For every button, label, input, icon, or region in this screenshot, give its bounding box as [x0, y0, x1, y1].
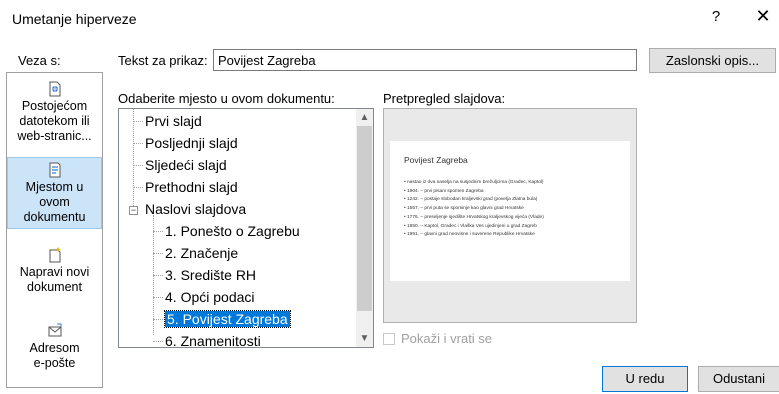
checkbox-box[interactable] [383, 333, 395, 345]
link-email[interactable]: Adresom e-pošte [7, 323, 102, 371]
slide-bullet: • 1776. – preseljenje sjedište Hrvatskog… [404, 214, 544, 220]
tree-item[interactable]: 3. Središte RH [165, 264, 256, 286]
tree-item-slide-titles[interactable]: Naslovi slajdova [145, 198, 246, 220]
tree-item[interactable]: 2. Značenje [165, 242, 238, 264]
tree-item[interactable]: Posljednji slajd [145, 132, 238, 154]
show-and-return-label: Pokaži i vrati se [401, 331, 493, 346]
slide-bullets: • nastao iz dva naselja na susjednim bre… [404, 179, 624, 240]
link-place-label-2: ovom [39, 195, 70, 209]
slide-bullet: • 1991. – glavni grad neovisne i suveren… [404, 232, 535, 238]
slide-bullet: • nastao iz dva naselja na susjednim bre… [404, 180, 544, 185]
slide-bullet: • 1557. – prvi puta se spominje kao glav… [404, 206, 524, 212]
scroll-up-icon[interactable]: ▲ [356, 109, 373, 126]
scroll-down-icon[interactable]: ▼ [356, 330, 373, 347]
tree-item[interactable]: 6. Znamenitosti [165, 330, 261, 347]
link-new-doc-label-2: dokument [27, 280, 82, 294]
close-button[interactable]: ✕ [752, 6, 774, 30]
link-existing-file-label-2: datotekom ili [19, 114, 90, 128]
link-new-doc-label-1: Napravi novi [19, 265, 90, 279]
link-email-label-1: Adresom [29, 341, 80, 355]
cancel-button[interactable]: Odustani [698, 366, 779, 392]
link-place-label-1: Mjestom u [25, 180, 84, 194]
tree-h-3 [133, 187, 143, 188]
tree-h-0 [133, 121, 143, 122]
tree-item[interactable]: 4. Opći podaci [165, 286, 255, 308]
tree-item-selected[interactable]: 5. Povijest Zagreba [164, 308, 291, 330]
tree-line-root [133, 109, 134, 206]
existing-file-icon [49, 81, 60, 97]
slide-preview-label: Pretpregled slajdova: [383, 91, 506, 106]
show-and-return-checkbox[interactable]: Pokaži i vrati se [383, 331, 492, 346]
link-new-document[interactable]: Napravi novi dokument [7, 247, 102, 295]
link-place-label-3: dokumentu [23, 210, 86, 224]
scroll-thumb[interactable] [357, 126, 372, 311]
email-icon [48, 323, 61, 337]
place-in-document-icon [49, 162, 60, 178]
tree-item[interactable]: Prvi slajd [145, 110, 202, 132]
tree-h-10 [153, 341, 163, 342]
tree-item[interactable]: 1. Ponešto o Zagrebu [165, 220, 300, 242]
link-to-label: Veza s: [18, 53, 61, 68]
slide-title: Povijest Zagreba [404, 155, 468, 165]
tree-scrollbar[interactable]: ▲ ▼ [356, 109, 373, 347]
link-email-label-2: e-pošte [33, 356, 76, 370]
tree-h-9 [153, 319, 163, 320]
tree-h-2 [133, 165, 143, 166]
link-place-in-document[interactable]: Mjestom u ovom dokumentu [7, 157, 102, 229]
tree-h-8 [153, 297, 163, 298]
display-text-input[interactable] [213, 49, 637, 71]
document-place-tree[interactable]: − Prvi slajd Posljednji slajd Sljedeći s… [118, 108, 374, 348]
tree-item[interactable]: Sljedeći slajd [145, 154, 227, 176]
slide-preview: Povijest Zagreba • nastao iz dva naselja… [383, 108, 637, 323]
help-button[interactable]: ? [706, 8, 726, 30]
link-to-bar: Postojećom datotekom ili web-stranic... … [6, 72, 103, 388]
new-document-icon [49, 247, 61, 263]
tree-h-5 [153, 231, 163, 232]
collapse-icon[interactable]: − [129, 206, 138, 215]
tree-h-7 [153, 275, 163, 276]
tree-h-1 [133, 143, 143, 144]
slide-bullet: • 1242. – postaje slobodan kraljevski gr… [404, 197, 538, 203]
screentip-button[interactable]: Zaslonski opis... [649, 48, 776, 73]
link-existing-file-label-1: Postojećom [21, 99, 88, 113]
link-existing-file[interactable]: Postojećom datotekom ili web-stranic... [7, 81, 102, 144]
slide-bullet: • 1904. – prvi pisani spomen Zagreba [404, 188, 484, 194]
place-in-document-label: Odaberite mjesto u ovom dokumentu: [118, 91, 335, 106]
link-existing-file-label-3: web-stranic... [17, 129, 92, 143]
tree-item[interactable]: Prethodni slajd [145, 176, 238, 198]
slide-bullet: • 1850. – Kaptol, Gradec i Vlaška Ves uj… [404, 223, 537, 229]
tree-h-6 [153, 253, 163, 254]
dialog-title: Umetanje hiperveze [12, 11, 137, 27]
display-text-label: Tekst za prikaz: [118, 53, 208, 68]
ok-button[interactable]: U redu [602, 366, 688, 392]
slide-thumbnail: Povijest Zagreba • nastao iz dva naselja… [390, 141, 630, 281]
